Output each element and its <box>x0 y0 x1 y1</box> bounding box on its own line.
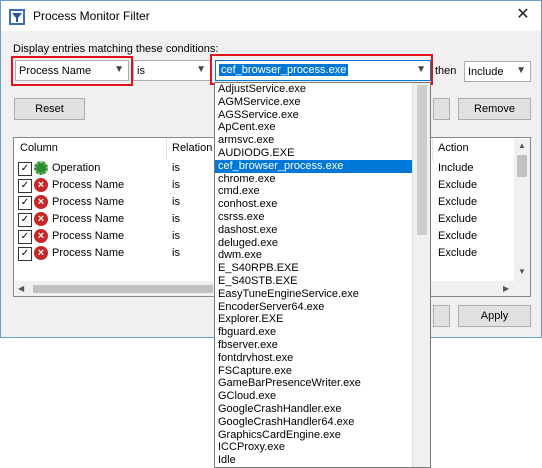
then-label: then <box>435 65 457 77</box>
dropdown-option[interactable]: GameBarPresenceWriter.exe <box>215 377 416 390</box>
header-divider <box>432 138 433 160</box>
scroll-right-icon[interactable]: ▶ <box>503 284 509 293</box>
apply-button[interactable]: Apply <box>458 305 531 327</box>
dropdown-option[interactable]: E_S40STB.EXE <box>215 275 416 288</box>
dropdown-scrollbar[interactable] <box>412 83 430 467</box>
window-title: Process Monitor Filter <box>33 9 150 23</box>
row-column: Process Name <box>52 230 125 242</box>
cancel-button[interactable] <box>433 305 450 327</box>
row-action: Exclude <box>438 196 478 208</box>
dropdown-option[interactable]: Idle <box>215 454 416 467</box>
row-checkbox[interactable]: ✓ <box>18 179 32 193</box>
dropdown-option[interactable]: cef_browser_process.exe <box>215 159 416 173</box>
column-header-column[interactable]: Column <box>20 142 58 154</box>
row-action: Exclude <box>438 179 478 191</box>
red-x-icon: × <box>34 246 48 260</box>
red-x-icon: × <box>34 212 48 226</box>
green-check-icon <box>34 161 48 175</box>
row-action: Exclude <box>438 213 478 225</box>
scroll-thumb[interactable] <box>417 85 427 235</box>
row-action: Exclude <box>438 247 478 259</box>
dropdown-option[interactable]: cmd.exe <box>215 185 416 198</box>
row-checkbox[interactable]: ✓ <box>18 230 32 244</box>
dropdown-option[interactable]: AGMService.exe <box>215 96 416 109</box>
dropdown-option[interactable]: csrss.exe <box>215 211 416 224</box>
close-button[interactable]: ✕ <box>511 5 535 27</box>
row-relation: is <box>172 179 180 191</box>
filter-app-icon <box>9 9 25 25</box>
red-x-icon: × <box>34 229 48 243</box>
row-column: Process Name <box>52 213 125 225</box>
relation-select[interactable]: is ▼ <box>133 60 211 81</box>
dropdown-option[interactable]: FSCapture.exe <box>215 365 416 378</box>
chevron-down-icon: ▼ <box>516 65 526 76</box>
scroll-thumb[interactable] <box>517 155 527 177</box>
dropdown-option[interactable]: AdjustService.exe <box>215 83 416 96</box>
value-dropdown-list[interactable]: AdjustService.exe AGMService.exe AGSServic… <box>214 82 431 468</box>
row-relation: is <box>172 247 180 259</box>
row-relation: is <box>172 230 180 242</box>
dropdown-option[interactable]: fbserver.exe <box>215 339 416 352</box>
row-checkbox[interactable]: ✓ <box>18 196 32 210</box>
row-checkbox[interactable]: ✓ <box>18 162 32 176</box>
highlight-box-value <box>210 54 433 85</box>
dropdown-option[interactable]: ApCent.exe <box>215 121 416 134</box>
row-checkbox[interactable]: ✓ <box>18 213 32 227</box>
row-column: Operation <box>52 162 101 174</box>
header-divider <box>166 138 167 160</box>
row-column: Process Name <box>52 196 125 208</box>
reset-button[interactable]: Reset <box>14 98 85 120</box>
dropdown-option[interactable]: conhost.exe <box>215 198 416 211</box>
dropdown-option[interactable]: AUDIODG.EXE <box>215 147 416 160</box>
column-header-relation[interactable]: Relation <box>172 142 212 154</box>
dropdown-option[interactable]: EncoderServer64.exe <box>215 301 416 314</box>
relation-select-value: is <box>137 65 145 77</box>
red-x-icon: × <box>34 178 48 192</box>
row-checkbox[interactable]: ✓ <box>18 247 32 261</box>
action-select-value: Include <box>468 66 504 78</box>
row-relation: is <box>172 213 180 225</box>
dropdown-option[interactable]: dwm.exe <box>215 249 416 262</box>
row-column: Process Name <box>52 247 125 259</box>
dropdown-option[interactable]: GoogleCrashHandler.exe <box>215 403 416 416</box>
row-action: Exclude <box>438 230 478 242</box>
row-action: Include <box>438 162 474 174</box>
dropdown-option[interactable]: dashost.exe <box>215 224 416 237</box>
row-relation: is <box>172 196 180 208</box>
highlight-box-column <box>11 56 133 86</box>
scroll-up-icon[interactable]: ▲ <box>518 141 526 150</box>
scroll-down-icon[interactable]: ▼ <box>518 267 526 276</box>
dropdown-option[interactable]: deluged.exe <box>215 237 416 250</box>
scroll-left-icon[interactable]: ◀ <box>18 284 24 293</box>
dropdown-option[interactable]: AGSService.exe <box>215 109 416 122</box>
add-button[interactable] <box>433 98 450 120</box>
dropdown-option[interactable]: GCloud.exe <box>215 390 416 403</box>
row-relation: is <box>172 162 180 174</box>
dropdown-option[interactable]: armsvc.exe <box>215 134 416 147</box>
row-column: Process Name <box>52 179 125 191</box>
dropdown-option[interactable]: GoogleCrashHandler64.exe <box>215 416 416 429</box>
dropdown-option[interactable]: ICCProxy.exe <box>215 441 416 454</box>
dropdown-option[interactable]: fbguard.exe <box>215 326 416 339</box>
remove-button[interactable]: Remove <box>458 98 531 120</box>
title-bar: Process Monitor Filter ✕ <box>1 1 541 31</box>
dropdown-option[interactable]: E_S40RPB.EXE <box>215 262 416 275</box>
red-x-icon: × <box>34 195 48 209</box>
dropdown-option[interactable]: EasyTuneEngineService.exe <box>215 288 416 301</box>
dropdown-option[interactable]: fontdrvhost.exe <box>215 352 416 365</box>
column-header-action[interactable]: Action <box>438 142 469 154</box>
vertical-scrollbar[interactable]: ▲ ▼ <box>514 139 530 281</box>
scroll-thumb[interactable] <box>33 285 213 293</box>
conditions-prompt: Display entries matching these condition… <box>13 43 219 55</box>
dropdown-option[interactable]: Explorer.EXE <box>215 313 416 326</box>
dropdown-option[interactable]: chrome.exe <box>215 173 416 186</box>
chevron-down-icon: ▼ <box>196 64 206 75</box>
action-select[interactable]: Include ▼ <box>464 61 531 82</box>
dropdown-option[interactable]: GraphicsCardEngine.exe <box>215 429 416 442</box>
